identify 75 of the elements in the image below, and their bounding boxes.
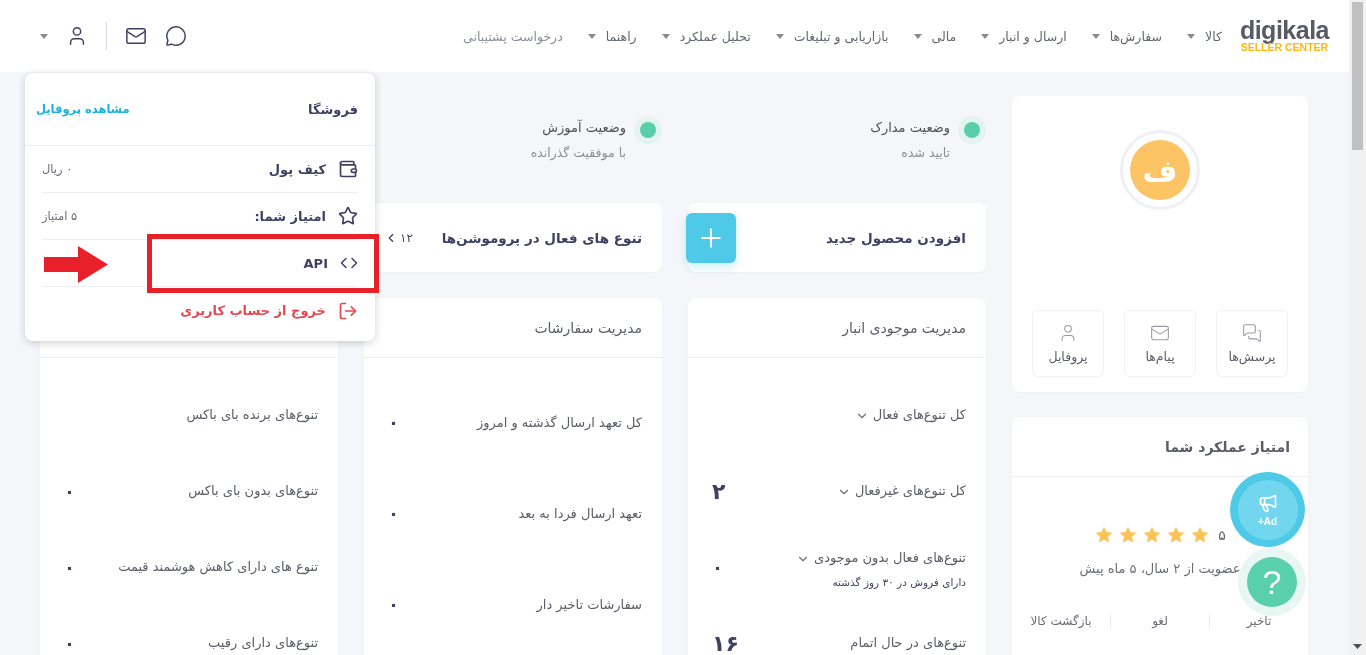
stat-label: لغو	[1110, 614, 1209, 628]
nav-item[interactable]: تحلیل عملکرد	[661, 28, 751, 44]
star-icon	[1118, 525, 1139, 545]
logout-icon	[338, 300, 358, 321]
chat-icon	[165, 25, 187, 47]
shortcut-button[interactable]: پیام‌ها	[1124, 310, 1196, 377]
row-label: سفارشات تاخیر دار	[536, 595, 642, 615]
megaphone-icon	[1257, 492, 1278, 513]
row-label: تنوع‌های برنده بای باکس	[186, 406, 318, 425]
wallet-icon	[338, 159, 358, 179]
mail-icon	[125, 25, 147, 47]
status-title: وضعیت مدارک	[870, 120, 950, 135]
annotation-arrow	[44, 246, 108, 283]
card-title: تنوع های فعال در پروموشن‌ها	[441, 229, 642, 246]
row-label: تنوع های دارای کاهش هوشمند قیمت	[118, 558, 318, 577]
star-icon	[1166, 525, 1187, 545]
avatar: ف	[1130, 140, 1190, 200]
shortcut-button[interactable]: پروفایل	[1032, 310, 1104, 377]
nav-item[interactable]: ارسال و انبار	[981, 28, 1067, 44]
scroll-down-icon[interactable]	[1353, 644, 1362, 649]
mail-button[interactable]	[125, 25, 147, 47]
scrollbar-thumb[interactable]	[1352, 2, 1363, 150]
nav-item[interactable]: کالا	[1187, 28, 1222, 44]
logo[interactable]: digikala SELLER CENTER	[1239, 18, 1329, 54]
caret-icon	[40, 33, 48, 39]
row-value: ۰	[64, 480, 75, 502]
quick-card[interactable]: افزودن محصول جدید	[688, 203, 986, 272]
card-title: امتیاز عملکرد شما	[1164, 438, 1290, 455]
status-dot	[640, 122, 656, 138]
status-subtitle: تایید شده	[900, 145, 950, 160]
row-label: تنوع‌های در حال اتمام	[850, 634, 966, 653]
status-dot	[964, 122, 980, 138]
row-value: ۰	[388, 503, 399, 524]
row-label: کل تعهد ارسال گذشته و امروز	[477, 413, 642, 433]
menu-item[interactable]: خروج از حساب کاربری	[42, 287, 358, 334]
count-link[interactable]: ۱۲	[384, 230, 413, 245]
nav-item[interactable]: درخواست پشتیبانی	[463, 28, 563, 44]
row-value: ۰	[388, 594, 399, 615]
row-label: تنوع‌های دارای رقیب	[208, 634, 318, 653]
menu-item[interactable]: کیف پول ۰ ریال	[42, 146, 358, 193]
mail-icon	[1150, 323, 1170, 343]
star-icon	[1094, 525, 1115, 545]
shortcut-button[interactable]: پرسش‌ها	[1216, 310, 1288, 377]
row-value: ۰	[64, 556, 75, 578]
row-label: تنوع‌های بدون بای باکس	[188, 482, 318, 501]
card-title: مدیریت سفارشات	[534, 319, 642, 336]
nav-item[interactable]: راهنما	[587, 28, 637, 44]
row-label: کل تنوع‌های فعال	[854, 403, 966, 427]
row-value: ۰	[64, 632, 75, 654]
status-subtitle: با موفقیت گذرانده	[530, 145, 626, 160]
scrollbar[interactable]	[1349, 0, 1366, 655]
star-icon	[1190, 525, 1211, 545]
card-title: مدیریت موجودی انبار	[842, 319, 966, 336]
membership-text: عضویت از ۲ سال، ۵ ماه پیش	[1078, 561, 1242, 576]
row-value: ۱۶	[712, 630, 739, 655]
menu-item[interactable]: امتیاز شما: ۵ امتیاز	[42, 193, 358, 240]
star-icon	[338, 206, 358, 226]
rating-score: ۵	[1218, 527, 1226, 543]
row-note: دارای فروش در ۳۰ روز گذشته	[831, 576, 966, 588]
star-icon	[1142, 525, 1163, 545]
chat-bubbles-icon	[1242, 323, 1262, 343]
row-value: ۰	[712, 556, 723, 578]
nav-item[interactable]: مالی	[913, 28, 957, 44]
chat-button[interactable]	[165, 25, 187, 47]
nav-item[interactable]: سفارش‌ها	[1091, 28, 1162, 44]
nav-item[interactable]: بازاریابی و تبلیغات	[775, 28, 889, 44]
stat-label: بازگشت کالا	[1029, 614, 1093, 628]
status-title: وضعیت آموزش	[541, 120, 626, 135]
row-value: ۲	[712, 478, 726, 504]
row-label: تنوع‌های فعال بدون موجودی	[796, 546, 966, 570]
row-label: تعهد ارسال فردا به بعد	[518, 504, 642, 524]
card-title: افزودن محصول جدید	[825, 229, 966, 246]
row-label: کل تنوع‌های غیرفعال	[836, 479, 966, 503]
store-name: فروشگا	[308, 101, 358, 117]
row-value: ۰	[388, 412, 399, 433]
